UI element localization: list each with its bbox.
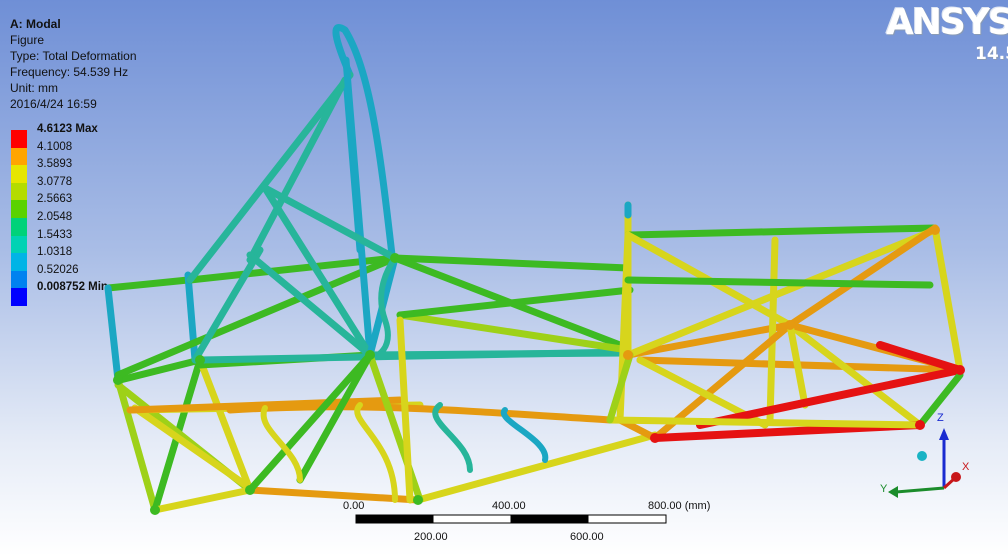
triad-z-arrowhead (939, 428, 949, 440)
triad-x-label: X (962, 461, 970, 473)
triad-z-label: Z (937, 412, 944, 424)
triad-origin-ball (917, 451, 927, 461)
triad-y-axis (895, 486, 945, 494)
triad-y-arrowhead (888, 486, 898, 498)
triad-y-label: Y (880, 483, 888, 495)
triad-x-endpoint (951, 472, 961, 482)
coordinate-triad[interactable] (0, 0, 1008, 556)
